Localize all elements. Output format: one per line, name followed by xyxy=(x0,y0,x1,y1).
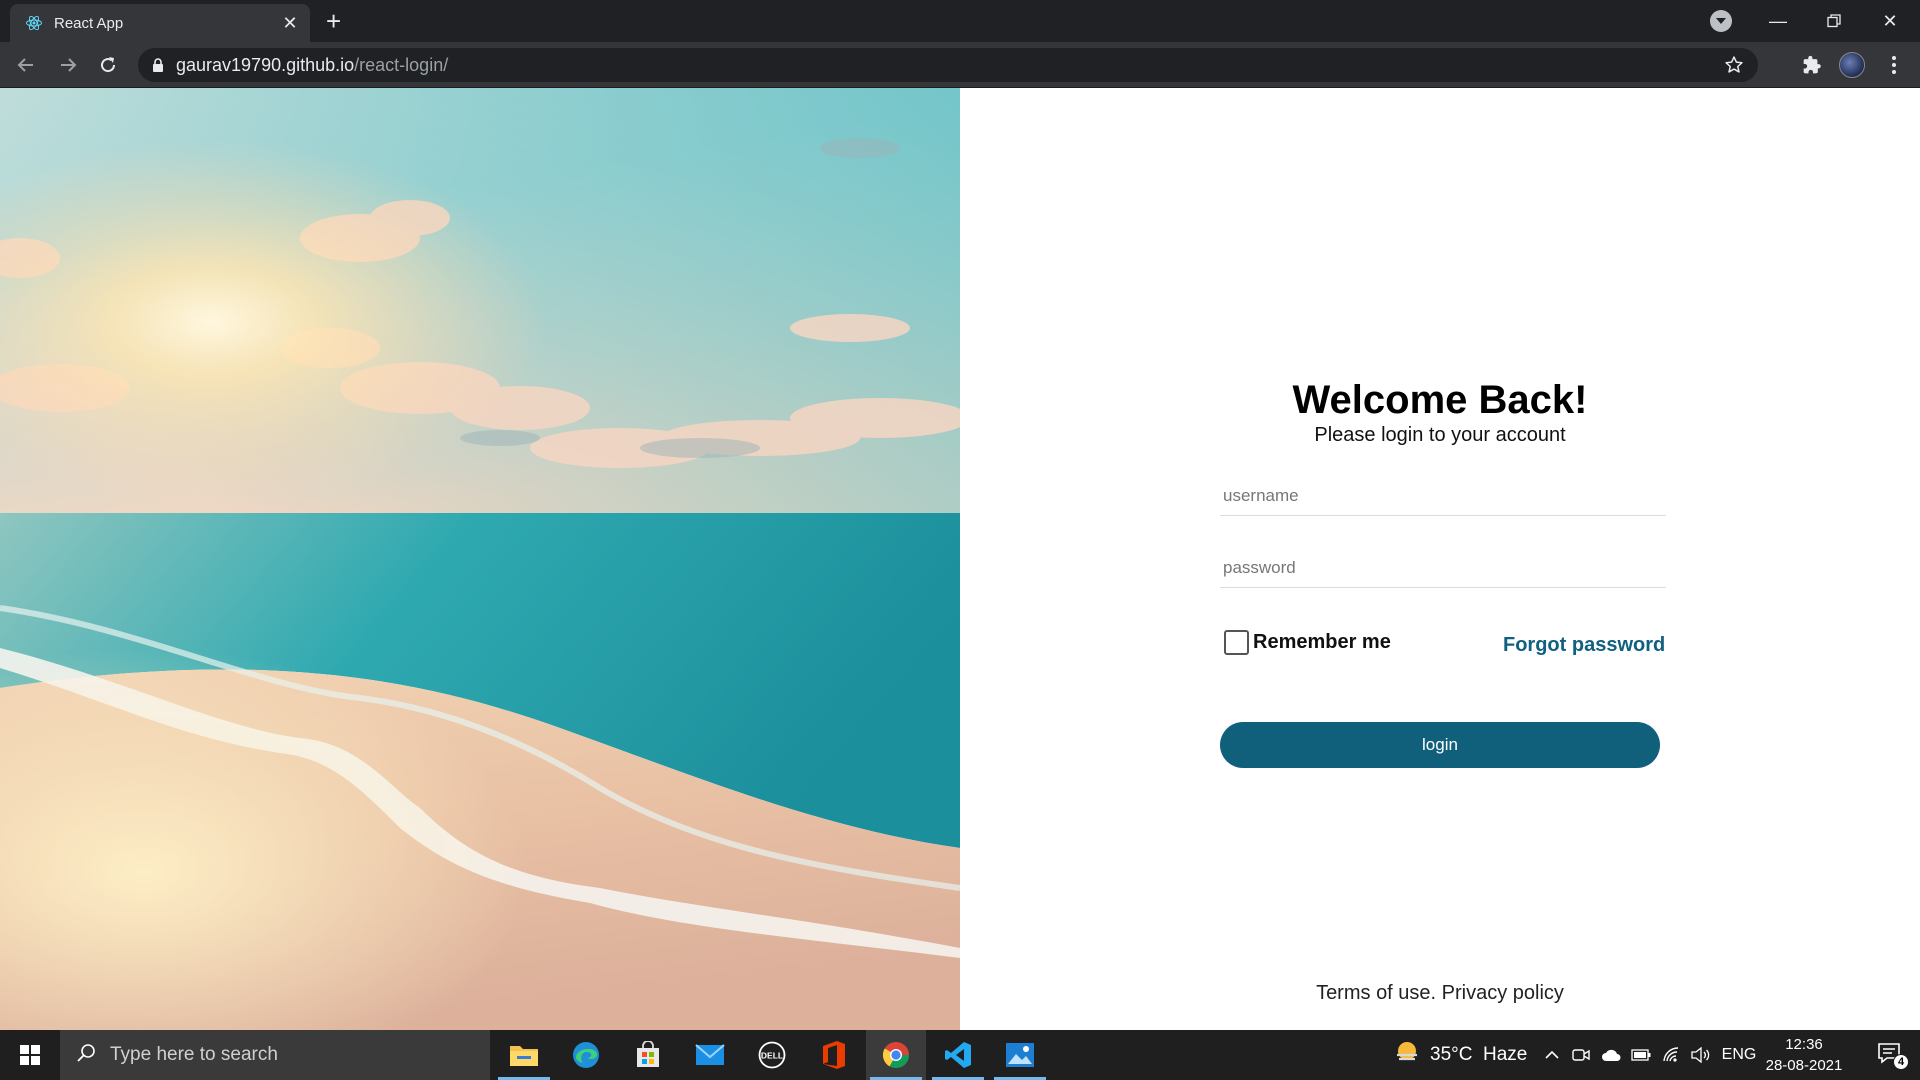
browser-tab[interactable]: React App ✕ xyxy=(10,4,310,42)
url-path: /react-login/ xyxy=(354,54,449,75)
tab-close-icon[interactable]: ✕ xyxy=(280,13,300,34)
close-window-icon[interactable]: ✕ xyxy=(1862,0,1918,42)
remember-me-checkbox[interactable] xyxy=(1224,630,1249,655)
login-button[interactable]: login xyxy=(1220,722,1660,768)
search-icon xyxy=(76,1043,96,1068)
onedrive-cloud-icon[interactable] xyxy=(1598,1030,1624,1080)
edge-icon[interactable] xyxy=(556,1030,616,1080)
forgot-password-link[interactable]: Forgot password xyxy=(1503,634,1665,657)
windows-start-icon[interactable] xyxy=(0,1030,60,1080)
beach-sunset-image xyxy=(0,88,960,1030)
page-title: Welcome Back! xyxy=(1292,378,1588,422)
chrome-icon[interactable] xyxy=(866,1030,926,1080)
remember-me-label: Remember me xyxy=(1253,631,1391,653)
back-icon[interactable] xyxy=(12,51,40,79)
clock-date: 28-08-2021 xyxy=(1765,1057,1843,1074)
new-tab-icon[interactable]: + xyxy=(326,8,341,34)
page-subtitle: Please login to your account xyxy=(1314,424,1566,446)
meet-now-icon[interactable] xyxy=(1568,1030,1594,1080)
login-panel: Welcome Back! Please login to your accou… xyxy=(960,88,1920,1030)
notification-center[interactable]: 4 xyxy=(1866,1030,1914,1080)
sun-haze-icon xyxy=(1394,1039,1420,1071)
wifi-icon[interactable] xyxy=(1658,1030,1684,1080)
show-hidden-icons-chevron-icon[interactable] xyxy=(1540,1030,1564,1080)
weather-text: 35°C Haze xyxy=(1430,1044,1528,1065)
url-host: gaurav19790.github.io xyxy=(176,54,355,75)
browser-tab-bar: React App ✕ + — ✕ xyxy=(0,0,1920,42)
avatar xyxy=(1839,52,1865,78)
forward-icon[interactable] xyxy=(54,51,82,79)
office-icon[interactable] xyxy=(804,1030,864,1080)
windows-taskbar: Type here to search DELL 35°C Haze ENG 1… xyxy=(0,1030,1920,1080)
extensions-puzzle-icon[interactable] xyxy=(1798,51,1826,79)
clock-time: 12:36 xyxy=(1785,1036,1823,1053)
tab-search-icon[interactable] xyxy=(1710,10,1732,32)
lock-icon[interactable] xyxy=(152,57,164,73)
address-bar[interactable]: gaurav19790.github.io/react-login/ xyxy=(138,48,1758,82)
clock[interactable]: 12:36 28-08-2021 xyxy=(1760,1034,1848,1076)
minimize-icon[interactable]: — xyxy=(1750,0,1806,42)
remember-me: Remember me xyxy=(1224,630,1391,655)
language-indicator[interactable]: ENG xyxy=(1720,1030,1758,1080)
mail-icon[interactable] xyxy=(680,1030,740,1080)
svg-text:DELL: DELL xyxy=(761,1051,783,1061)
notification-badge: 4 xyxy=(1893,1054,1909,1070)
notification-icon: 4 xyxy=(1877,1042,1909,1070)
footer-links: Terms of use. Privacy policy xyxy=(960,982,1920,1005)
page-viewport: Welcome Back! Please login to your accou… xyxy=(0,88,1920,1030)
file-explorer-icon[interactable] xyxy=(494,1030,554,1080)
bookmark-star-icon[interactable] xyxy=(1724,55,1744,80)
terms-of-use-link[interactable]: Terms of use. xyxy=(1316,982,1436,1004)
vscode-icon[interactable] xyxy=(928,1030,988,1080)
search-placeholder: Type here to search xyxy=(110,1044,278,1065)
profile-avatar[interactable] xyxy=(1838,51,1866,79)
restore-icon[interactable] xyxy=(1806,0,1862,42)
microsoft-store-icon[interactable] xyxy=(618,1030,678,1080)
dell-icon[interactable]: DELL xyxy=(742,1030,802,1080)
username-input[interactable] xyxy=(1220,476,1666,516)
menu-kebab-icon[interactable] xyxy=(1880,51,1908,79)
reload-icon[interactable] xyxy=(94,51,122,79)
tab-title: React App xyxy=(54,14,124,32)
password-input[interactable] xyxy=(1220,548,1666,588)
react-icon xyxy=(24,13,44,33)
taskbar-search-box[interactable]: Type here to search xyxy=(60,1030,490,1080)
volume-icon[interactable] xyxy=(1688,1030,1714,1080)
battery-icon[interactable] xyxy=(1628,1030,1654,1080)
photos-icon[interactable] xyxy=(990,1030,1050,1080)
privacy-policy-link[interactable]: Privacy policy xyxy=(1442,982,1564,1004)
browser-toolbar: gaurav19790.github.io/react-login/ xyxy=(0,42,1920,88)
weather-widget[interactable]: 35°C Haze xyxy=(1394,1030,1527,1080)
